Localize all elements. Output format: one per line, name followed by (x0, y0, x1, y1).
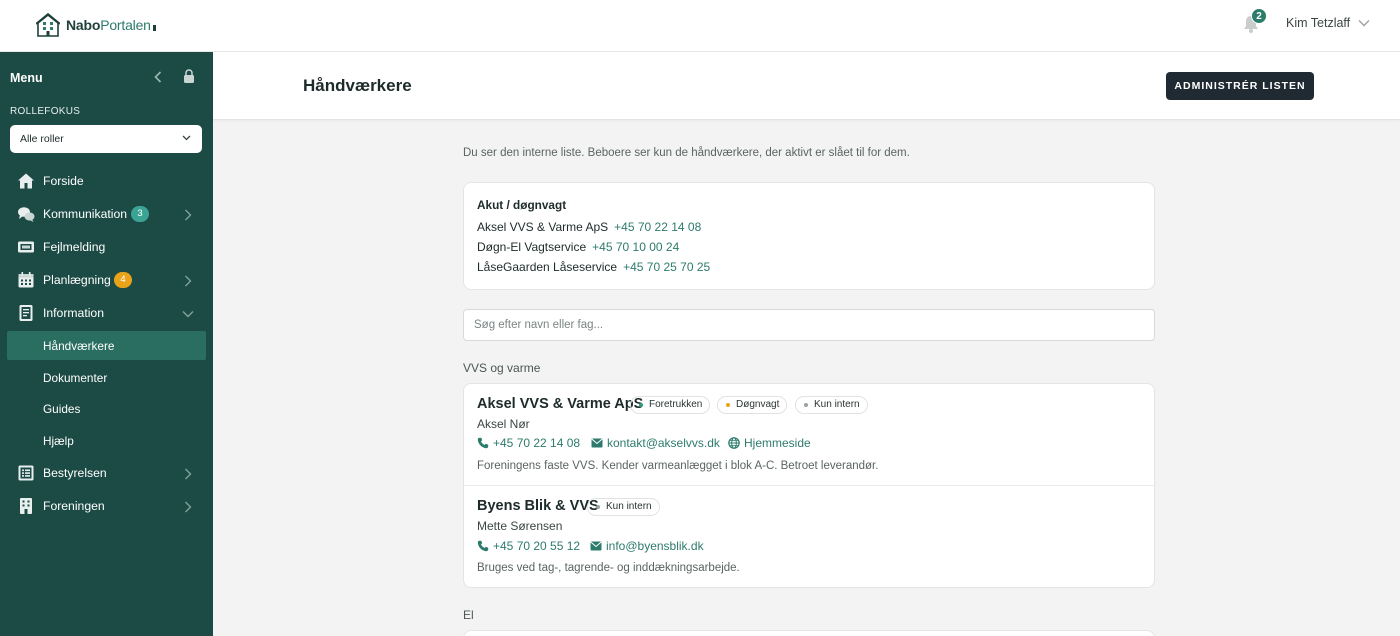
chip-internal: Kun intern (795, 396, 868, 414)
page-title: Håndværkere (303, 76, 412, 95)
chat-icon (18, 207, 35, 222)
entry-divider (464, 485, 1156, 486)
email-text: info@byensblik.dk (606, 539, 704, 553)
sidebar-item-label: Forside (43, 174, 84, 188)
section-label: El (463, 608, 474, 622)
sidebar-subitem-guides[interactable]: Guides (43, 402, 80, 416)
chevron-right-icon (185, 275, 192, 287)
document-icon (19, 305, 33, 321)
app-logo[interactable]: NaboPortalen (36, 12, 156, 38)
report-icon (18, 241, 34, 253)
logo-text: NaboPortalen (66, 17, 156, 33)
email-link[interactable]: kontakt@akselvvs.dk (591, 436, 720, 450)
page-header: Håndværkere ADMINISTRÉR LISTEN (213, 52, 1400, 120)
emergency-row: Aksel VVS & Varme ApS +45 70 22 14 08 (477, 220, 701, 234)
emergency-phone-link[interactable]: +45 70 10 00 24 (592, 240, 679, 254)
board-icon (18, 465, 34, 481)
logo-dot (152, 25, 156, 31)
emergency-name: Døgn-El Vagtservice (477, 240, 587, 254)
logo-text-nabo: Nabo (66, 17, 101, 33)
lock-icon[interactable] (183, 69, 195, 84)
emergency-name: Aksel VVS & Varme ApS (477, 220, 609, 234)
globe-icon (728, 437, 740, 449)
chevron-right-icon (185, 501, 192, 513)
count-badge: 4 (114, 272, 132, 288)
sidebar-subitem-haandvaerkere[interactable]: Håndværkere (43, 339, 114, 353)
craftsman-list-card (463, 630, 1155, 636)
sidebar-item-label: Bestyrelsen (43, 466, 107, 480)
chevron-down-icon (182, 311, 194, 318)
notification-badge: 2 (1251, 8, 1267, 24)
contact-person: Mette Sørensen (477, 519, 563, 533)
sidebar-item-label: Kommunikation (43, 207, 127, 221)
manage-list-button[interactable]: ADMINISTRÉR LISTEN (1166, 72, 1314, 100)
email-link[interactable]: info@byensblik.dk (590, 539, 704, 553)
emergency-phone-link[interactable]: +45 70 25 70 25 (623, 260, 710, 274)
phone-icon (477, 437, 489, 449)
craftsman-description: Foreningens faste VVS. Kender varmeanlæg… (477, 460, 879, 472)
chevron-down-icon (1358, 20, 1370, 27)
craftsman-description: Bruges ved tag-, tagrende- og inddækning… (477, 562, 740, 574)
emergency-phone-link[interactable]: +45 70 22 14 08 (614, 220, 701, 234)
sidebar-item-planlaegning[interactable]: Planlægning 4 (0, 266, 213, 294)
phone-text: +45 70 20 55 12 (493, 539, 581, 553)
home-icon (18, 173, 34, 189)
craftsman-list-card: Aksel VVS & Varme ApS Foretrukken Døgnva… (463, 383, 1156, 588)
sidebar-item-label: Planlægning (43, 273, 111, 287)
role-focus-label: ROLLEFOKUS (10, 106, 81, 117)
calendar-icon (18, 272, 34, 288)
section-label: VVS og varme (463, 361, 541, 375)
sidebar-item-label: Fejlmelding (43, 240, 106, 254)
phone-text: +45 70 22 14 08 (493, 436, 581, 450)
sidebar-item-kommunikation[interactable]: Kommunikation 3 (0, 200, 213, 228)
emergency-row: LåseGaarden Låseservice +45 70 25 70 25 (477, 260, 710, 274)
sidebar-item-label: Foreningen (43, 499, 105, 513)
sidebar-subitem-dokumenter[interactable]: Dokumenter (43, 371, 107, 385)
sidebar-item-label: Information (43, 306, 104, 320)
mail-icon (590, 541, 602, 551)
logo-text-portal: Portalen (100, 17, 151, 33)
chevron-left-icon[interactable] (152, 70, 164, 84)
sidebar-item-bestyrelsen[interactable]: Bestyrelsen (0, 459, 213, 487)
contact-person: Aksel Nør (477, 417, 530, 431)
mail-icon (591, 438, 603, 448)
emergency-name: LåseGaarden Låseservice (477, 260, 618, 274)
sidebar-item-forside[interactable]: Forside (0, 167, 213, 195)
emergency-title: Akut / døgnvagt (477, 198, 567, 212)
intro-text: Du ser den interne liste. Beboere ser ku… (463, 147, 910, 159)
sidebar-item-foreningen[interactable]: Foreningen (0, 492, 213, 520)
role-select[interactable]: Alle roller (10, 125, 202, 153)
sidebar-subitem-hjaelp[interactable]: Hjælp (43, 434, 74, 448)
website-link[interactable]: Hjemmeside (728, 436, 811, 450)
craftsman-name: Aksel VVS & Varme ApS (477, 396, 644, 412)
count-badge: 3 (131, 206, 149, 222)
user-name: Kim Tetzlaff (1286, 16, 1351, 30)
chip-internal: Kun intern (587, 498, 660, 516)
chip-24h: Døgnvagt (717, 396, 788, 414)
chevron-right-icon (185, 468, 192, 480)
phone-link[interactable]: +45 70 20 55 12 (477, 539, 580, 553)
role-select-value: Alle roller (20, 133, 64, 145)
email-text: kontakt@akselvvs.dk (607, 436, 720, 450)
emergency-card: Akut / døgnvagt Aksel VVS & Varme ApS +45… (463, 182, 1155, 290)
top-bar: NaboPortalen 2 Kim Tetzlaff (0, 0, 1400, 52)
chevron-down-icon (182, 135, 191, 141)
phone-link[interactable]: +45 70 22 14 08 (477, 436, 580, 450)
sidebar: Menu ROLLEFOKUS Alle roller Forside Komm… (0, 52, 213, 636)
user-menu[interactable]: Kim Tetzlaff (1286, 16, 1370, 30)
emergency-row: Døgn-El Vagtservice +45 70 10 00 24 (477, 240, 679, 254)
chip-preferred: Foretrukken (630, 396, 711, 414)
craftsman-name: Byens Blik & VVS (477, 498, 599, 514)
search-input[interactable]: Søg efter navn eller fag... (463, 309, 1155, 341)
sidebar-item-fejlmelding[interactable]: Fejlmelding (0, 233, 213, 261)
house-logo-icon (36, 12, 60, 37)
website-text: Hjemmeside (744, 436, 811, 450)
phone-icon (477, 540, 489, 552)
building-icon (20, 498, 32, 514)
chevron-right-icon (185, 209, 192, 221)
sidebar-item-information[interactable]: Information (0, 299, 213, 327)
menu-title: Menu (10, 71, 43, 85)
